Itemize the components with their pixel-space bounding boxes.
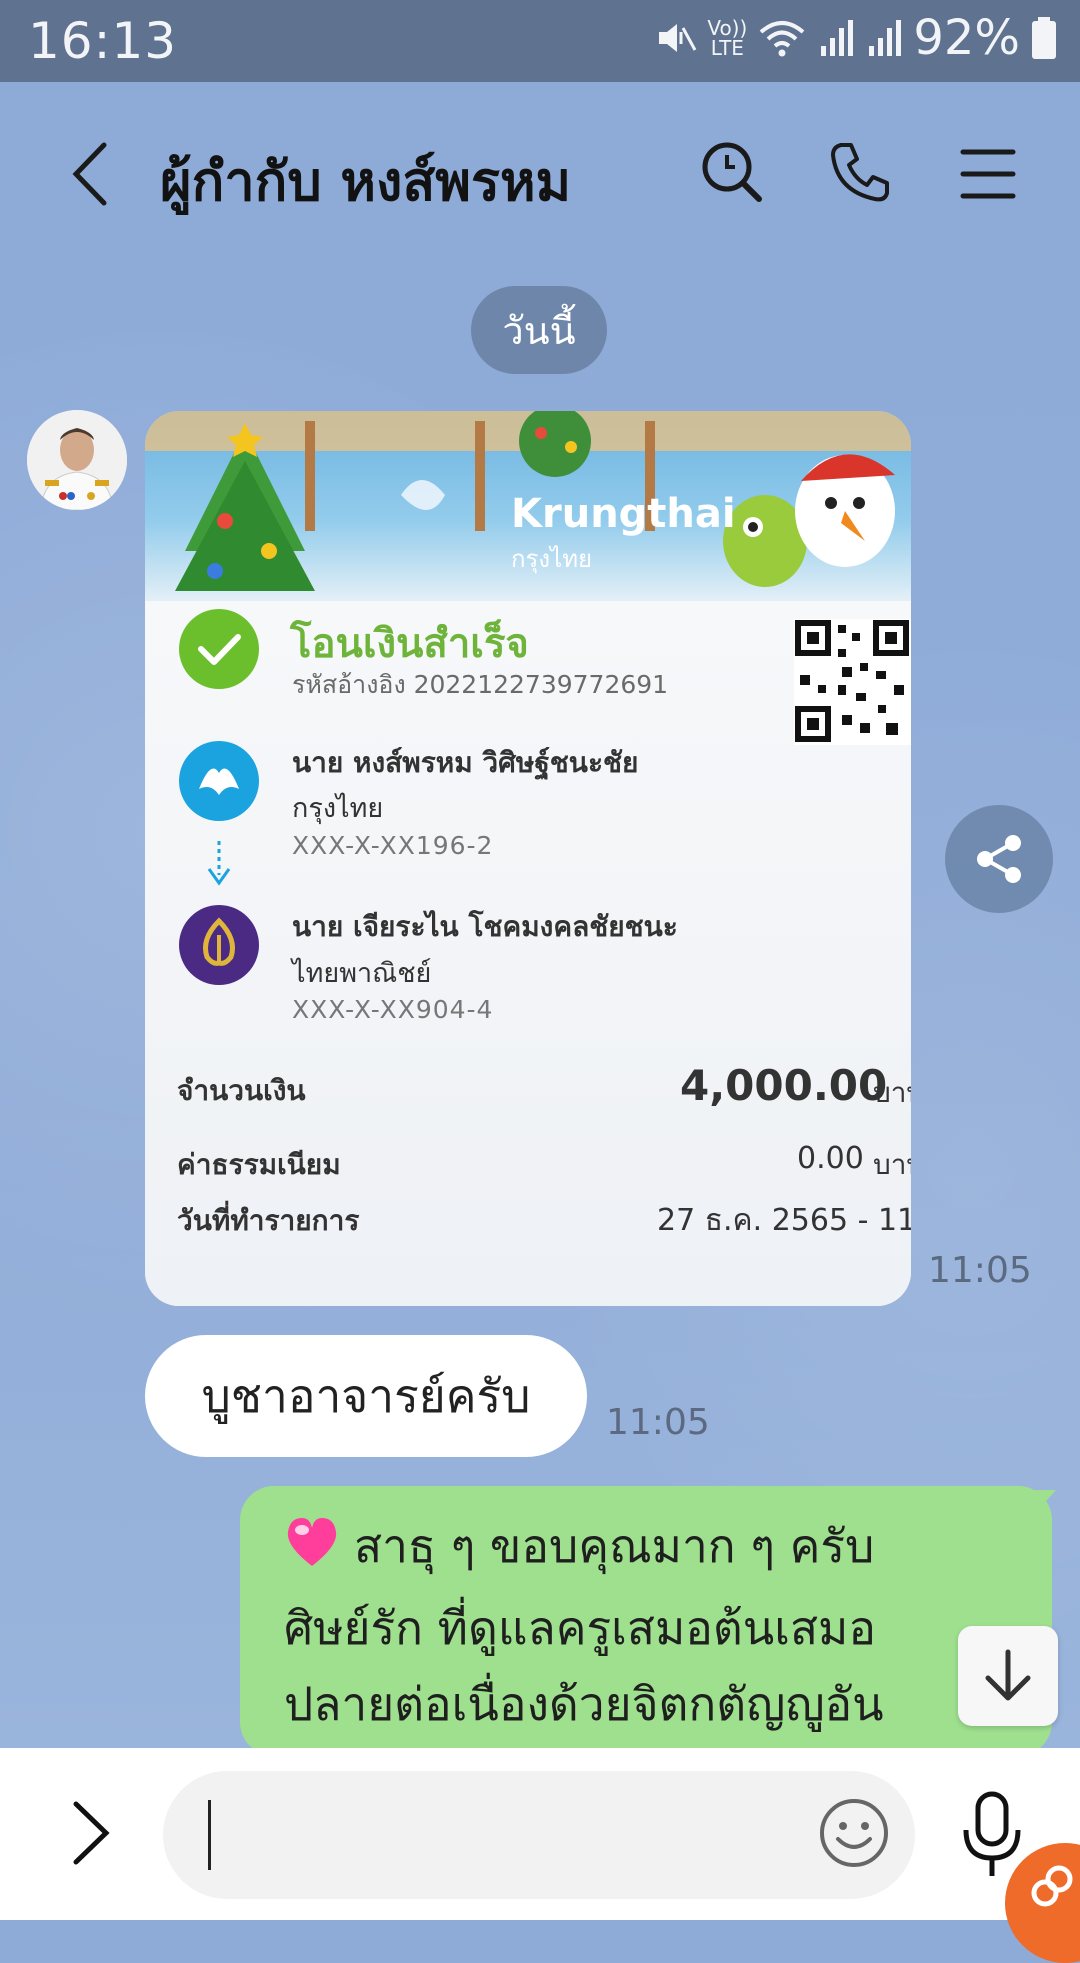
message-line-3: ปลายต่อเนื่องด้วยจิตกตัญญูอัน [284, 1677, 884, 1731]
search-button[interactable] [694, 132, 770, 212]
arrow-down-icon [207, 841, 231, 886]
search-icon [702, 142, 762, 202]
menu-icon [960, 149, 1016, 199]
message-time: 11:05 [928, 1250, 1032, 1291]
message-line-1: สาธุ ๆ ขอบคุณมาก ๆ ครับ [284, 1508, 1044, 1590]
scb-logo-icon [179, 905, 259, 985]
arrow-down-icon [985, 1649, 1031, 1701]
sender-account: XXX-X-XX196-2 [292, 831, 494, 860]
menu-button[interactable] [950, 134, 1026, 214]
back-button[interactable] [60, 134, 120, 214]
text-cursor [208, 1800, 211, 1870]
status-bar: 16:13 Vo)) LTE 92% [0, 0, 1080, 82]
status-icons: Vo)) LTE 92% [653, 10, 1058, 66]
date-label: วันที่ทำรายการ [177, 1204, 360, 1237]
link-icon [1031, 1865, 1073, 1907]
call-button[interactable] [822, 132, 898, 212]
bank-logo-thai: กรุงไทย [511, 545, 593, 573]
mute-icon [653, 16, 697, 60]
qr-code-icon [794, 619, 911, 745]
receiver-bank: ไทยพาณิชย์ [292, 958, 432, 989]
share-button[interactable] [945, 805, 1053, 913]
battery-percent: 92% [913, 10, 1020, 66]
pink-heart-icon [284, 1514, 340, 1590]
signal-icon [817, 16, 855, 60]
share-icon [977, 835, 1021, 883]
chevron-left-icon [72, 142, 107, 206]
krungthai-logo-icon [179, 741, 259, 821]
message-text: สาธุ ๆ ขอบคุณมาก ๆ ครับ ศิษย์รัก ที่ดูแล… [284, 1508, 1044, 1742]
date-separator: วันนี้ [471, 286, 607, 374]
microphone-icon [963, 1791, 1021, 1876]
amount-value: 4,000.00 [680, 1061, 888, 1110]
signal-icon-2 [865, 16, 903, 60]
outgoing-message-bubble[interactable]: สาธุ ๆ ขอบคุณมาก ๆ ครับ ศิษย์รัก ที่ดูแล… [240, 1486, 1056, 1756]
fee-value: 0.00 [797, 1141, 864, 1176]
amount-unit: บาท [873, 1076, 911, 1109]
receiver-name: นาย เจียระไน โชคมงคลชัยชนะ [292, 910, 678, 943]
phone-icon [831, 143, 889, 202]
amount-label: จำนวนเงิน [177, 1074, 306, 1107]
success-check-icon [179, 609, 259, 689]
wifi-icon [757, 16, 807, 60]
emoji-button[interactable] [818, 1797, 890, 1873]
expand-button[interactable] [68, 1798, 114, 1872]
chevron-right-icon [73, 1801, 110, 1865]
smiley-icon [820, 1799, 888, 1867]
message-time: 11:05 [606, 1402, 710, 1443]
incoming-message-bubble[interactable]: บูชาอาจารย์ครับ [145, 1335, 587, 1457]
message-input[interactable] [163, 1771, 915, 1899]
receiver-account: XXX-X-XX904-4 [292, 995, 494, 1024]
message-line-2: ศิษย์รัก ที่ดูแลครูเสมอต้นเสมอ [284, 1601, 876, 1655]
fee-label: ค่าธรรมเนียม [177, 1148, 341, 1181]
avatar[interactable] [27, 410, 127, 510]
avatar-photo [27, 410, 127, 510]
status-time: 16:13 [28, 12, 178, 70]
bank-logo-text: Krungthai [511, 491, 736, 537]
scroll-to-bottom-button[interactable] [958, 1626, 1058, 1726]
sender-bank: กรุงไทย [292, 793, 384, 824]
battery-icon [1030, 15, 1058, 61]
transfer-slip-image[interactable]: Krungthai กรุงไทย โอนเงินสำเร็จ รหัสอ้าง… [145, 411, 911, 1306]
transfer-reference: รหัสอ้างอิง 2022122739772691 [292, 670, 669, 699]
chat-title: ผู้กำกับ หงส์พรหม [160, 150, 572, 213]
sender-name: นาย หงส์พรหม วิศิษฐ์ชนะชัย [292, 746, 639, 779]
message-text: บูชาอาจารย์ครับ [201, 1368, 531, 1423]
fee-unit: บาท [873, 1148, 911, 1181]
date-value: 27 ธ.ค. 2565 - 11:04 [657, 1203, 911, 1238]
lte-icon: Vo)) LTE [707, 16, 748, 60]
